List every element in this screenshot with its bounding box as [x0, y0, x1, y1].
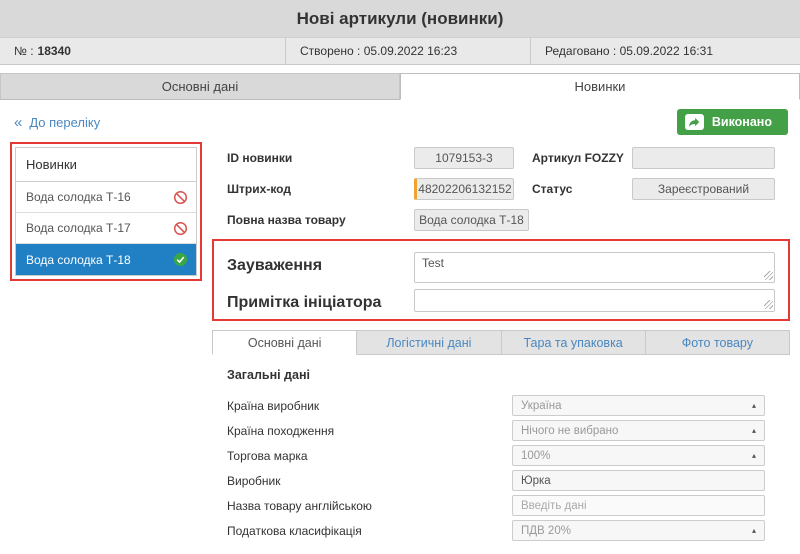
field-row: Назва товару англійською Введіть дані — [212, 493, 790, 518]
novelty-form: ID новинки 1079153-3 Артикул FOZZY Штрих… — [212, 142, 790, 543]
toolbar: « До переліку Виконано — [0, 100, 800, 142]
info-bar: № : 18340 Створено : 05.09.2022 16:23 Ре… — [0, 37, 800, 65]
remark-label: Зауваження — [227, 257, 323, 274]
dropdown-caret-icon: ▴ — [751, 400, 756, 410]
edited-timestamp: Редаговано : 05.09.2022 16:31 — [530, 38, 800, 64]
main-tabs: Основні дані Новинки — [0, 73, 800, 100]
sidebar-item-t16[interactable]: Вода солодка Т-16 — [16, 182, 196, 213]
select-value: 100% — [521, 449, 551, 462]
done-button-label: Виконано — [711, 115, 772, 129]
record-number-label: № : — [14, 44, 34, 58]
forward-arrow-icon — [684, 114, 704, 130]
dropdown-caret-icon: ▴ — [751, 525, 756, 535]
subtab-packaging[interactable]: Тара та упаковка — [501, 330, 646, 354]
detail-subtabs: Основні дані Логістичні дані Тара та упа… — [212, 330, 790, 355]
field-row: Країна походження Нічого не вибрано ▴ — [212, 418, 790, 443]
select-value: ПДВ 20% — [521, 524, 571, 537]
initiator-note-field-wrap — [414, 289, 775, 312]
field-row: Виробник Юрка — [212, 468, 790, 493]
barcode-input[interactable]: 48202206132152 — [414, 177, 514, 200]
initiator-note-label: Примітка ініціатора — [227, 294, 382, 311]
field-row: Торгова марка 100% ▴ — [212, 443, 790, 468]
dropdown-caret-icon: ▴ — [751, 450, 756, 460]
tax-classification-label: Податкова класифікація — [227, 523, 362, 538]
novelty-id-input[interactable]: 1079153-3 — [414, 146, 514, 169]
remark-textarea[interactable]: Test — [414, 252, 775, 283]
artikul-fozzy-label: Артикул FOZZY — [532, 150, 624, 165]
done-button[interactable]: Виконано — [676, 109, 788, 135]
content: Новинки Вода солодка Т-16 Вода солодка Т… — [0, 142, 800, 543]
novelties-sidebar: Новинки Вода солодка Т-16 Вода солодка Т… — [15, 147, 197, 276]
english-name-input[interactable]: Введіть дані — [512, 495, 765, 516]
annotation-sidebar: Новинки Вода солодка Т-16 Вода солодка Т… — [10, 142, 202, 281]
country-origin-select[interactable]: Нічого не вибрано ▴ — [512, 420, 765, 441]
page-title: Нові артикули (новинки) — [0, 0, 800, 37]
blocked-icon — [173, 190, 188, 205]
created-timestamp: Створено : 05.09.2022 16:23 — [285, 38, 530, 64]
country-producer-select[interactable]: Україна ▴ — [512, 395, 765, 416]
sidebar-item-t17[interactable]: Вода солодка Т-17 — [16, 213, 196, 244]
remark-field-wrap: Test — [414, 252, 775, 283]
form-row: Повна назва товару Вода солодка Т-18 — [212, 204, 790, 235]
select-value: Україна — [521, 399, 562, 412]
sidebar-item-label: Вода солодка Т-18 — [26, 252, 131, 267]
note-row: Зауваження Test — [214, 252, 788, 283]
tax-classification-select[interactable]: ПДВ 20% ▴ — [512, 520, 765, 541]
artikul-fozzy-input[interactable] — [632, 146, 775, 169]
manufacturer-input[interactable]: Юрка — [512, 470, 765, 491]
trademark-select[interactable]: 100% ▴ — [512, 445, 765, 466]
subtab-photo[interactable]: Фото товару — [645, 330, 790, 354]
tab-main-data[interactable]: Основні дані — [0, 73, 400, 99]
dropdown-caret-icon: ▴ — [751, 425, 756, 435]
english-name-label: Назва товару англійською — [227, 498, 372, 513]
form-row: ID новинки 1079153-3 Артикул FOZZY — [212, 142, 790, 173]
form-row: Штрих-код 48202206132152 Статус Зареєстр… — [212, 173, 790, 204]
record-number: № : 18340 — [0, 38, 285, 64]
sidebar-item-t18[interactable]: Вода солодка Т-18 — [16, 244, 196, 275]
full-name-input[interactable]: Вода солодка Т-18 — [414, 208, 529, 231]
annotation-notes: Зауваження Test Примітка ініціатора — [212, 239, 790, 321]
subtab-logistics[interactable]: Логістичні дані — [357, 330, 502, 354]
barcode-label: Штрих-код — [227, 181, 291, 196]
sidebar-item-label: Вода солодка Т-16 — [26, 190, 131, 204]
page: Нові артикули (новинки) № : 18340 Створе… — [0, 0, 800, 543]
country-producer-label: Країна виробник — [227, 398, 320, 413]
back-chevron-icon: « — [14, 113, 23, 131]
record-number-value: 18340 — [37, 44, 71, 58]
subtab-main-data[interactable]: Основні дані — [212, 330, 358, 355]
back-to-list-link[interactable]: « До переліку — [14, 114, 100, 131]
trademark-label: Торгова марка — [227, 448, 308, 463]
status-label: Статус — [532, 181, 573, 196]
sidebar-item-label: Вода солодка Т-17 — [26, 221, 131, 235]
select-value: Нічого не вибрано — [521, 424, 619, 437]
initiator-note-textarea[interactable] — [414, 289, 775, 312]
back-link-label: До переліку — [29, 114, 101, 130]
manufacturer-label: Виробник — [227, 473, 281, 488]
tab-novelties[interactable]: Новинки — [400, 73, 800, 100]
section-title: Загальні дані — [227, 368, 310, 382]
check-icon — [173, 252, 188, 267]
note-row: Примітка ініціатора — [214, 289, 788, 312]
blocked-icon — [173, 221, 188, 236]
sidebar-title: Новинки — [16, 148, 196, 182]
country-origin-label: Країна походження — [227, 423, 335, 438]
status-input[interactable]: Зареєстрований — [632, 177, 775, 200]
field-row: Країна виробник Україна ▴ — [212, 393, 790, 418]
full-name-label: Повна назва товару — [227, 212, 346, 227]
field-row: Податкова класифікація ПДВ 20% ▴ — [212, 518, 790, 543]
novelty-id-label: ID новинки — [227, 150, 293, 165]
